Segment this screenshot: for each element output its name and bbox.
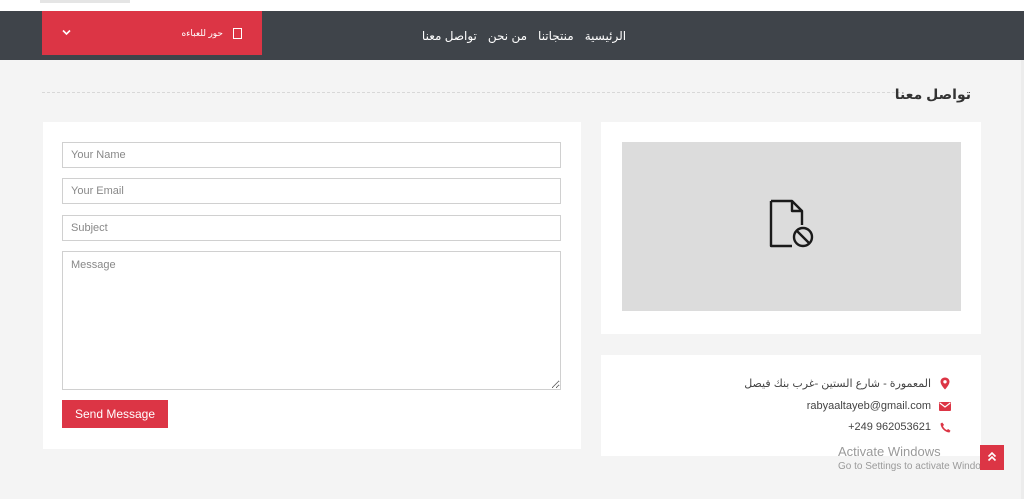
envelope-icon: [939, 401, 951, 411]
phone-text[interactable]: +249 962053621: [848, 421, 931, 433]
menu-item-home[interactable]: الرئيسية: [585, 29, 626, 43]
email-row: rabyaaltayeb@gmail.com: [807, 400, 951, 412]
brand-label: حور للعباءه: [181, 27, 223, 38]
double-chevron-up-icon: [987, 451, 997, 464]
menu-item-products[interactable]: منتجاتنا: [538, 29, 574, 43]
email-text[interactable]: rabyaaltayeb@gmail.com: [807, 400, 931, 412]
watermark-subtitle: Go to Settings to activate Windows.: [838, 461, 996, 472]
watermark-title: Activate Windows: [838, 444, 941, 459]
navbar: حور للعباءه الرئيسية منتجاتنا من نحن توا…: [0, 11, 1024, 60]
email-input[interactable]: [62, 178, 561, 204]
contact-form-card: Send Message: [43, 122, 581, 449]
brand-square-icon: [233, 27, 242, 39]
address-text: المعمورة - شارع الستين -غرب بنك فيصل: [744, 378, 931, 390]
phone-icon: [939, 422, 951, 433]
phone-row: +249 962053621: [848, 421, 951, 433]
main-menu: الرئيسية منتجاتنا من نحن تواصل معنا: [400, 11, 648, 60]
brand-dropdown[interactable]: حور للعباءه: [42, 11, 262, 55]
menu-item-contact[interactable]: تواصل معنا: [422, 29, 477, 43]
scroll-to-top-button[interactable]: [980, 445, 1004, 470]
title-divider: [42, 92, 900, 93]
map-card: [601, 122, 981, 334]
windows-activation-watermark: Activate Windows Go to Settings to activ…: [838, 444, 996, 472]
broken-document-icon: [767, 198, 817, 255]
address-row: المعمورة - شارع الستين -غرب بنك فيصل: [744, 377, 951, 390]
map-marker-icon: [939, 377, 951, 390]
subject-input[interactable]: [62, 215, 561, 241]
name-input[interactable]: [62, 142, 561, 168]
chevron-down-icon: [62, 28, 71, 39]
send-message-button[interactable]: Send Message: [62, 400, 168, 428]
message-textarea[interactable]: [62, 251, 561, 390]
page-title: تواصل معنا: [894, 86, 971, 102]
map-placeholder: [622, 142, 961, 311]
menu-item-about[interactable]: من نحن: [488, 29, 527, 43]
top-tab: [40, 0, 130, 3]
contact-info-card: المعمورة - شارع الستين -غرب بنك فيصل rab…: [601, 355, 981, 456]
top-strip: [0, 0, 1024, 11]
